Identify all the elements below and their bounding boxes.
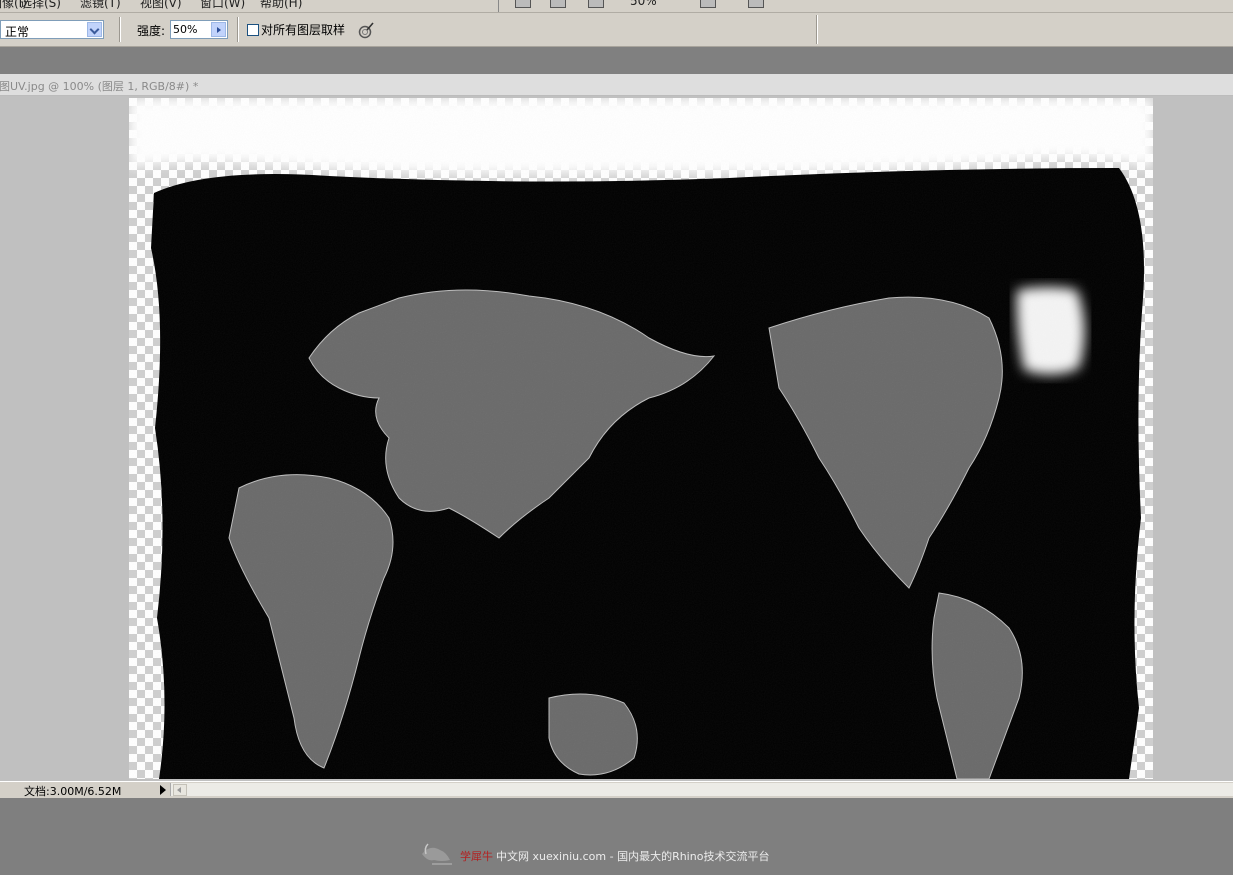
watermark-brand: 学犀牛 [460, 850, 493, 863]
screen-mode-button[interactable] [550, 0, 566, 8]
scroll-left-button[interactable] [173, 784, 187, 796]
menubar: 图像(I) 选择(S) 滤镜(T) 视图(V) 窗口(W) 帮助(H) 50% [0, 0, 1233, 13]
sample-all-layers-checkbox[interactable] [247, 24, 259, 36]
chevron-down-icon[interactable] [87, 22, 102, 37]
blend-mode-value: 正常 [5, 25, 30, 39]
blend-mode-select[interactable]: 正常 [0, 20, 104, 39]
rhino-logo-icon [422, 843, 452, 865]
document-size-info[interactable]: 文档:3.00M/6.52M [24, 783, 121, 799]
panel-dock-area [0, 47, 1233, 74]
zoom-level[interactable]: 50% [630, 0, 657, 8]
toolbar-divider [237, 17, 239, 42]
strength-input[interactable]: 50% [170, 20, 228, 39]
world-map-graphic [129, 98, 1153, 779]
menu-item[interactable]: 帮助(H) [260, 0, 302, 11]
menu-item[interactable]: 窗口(W) [200, 0, 245, 11]
screen-mode-button[interactable] [588, 0, 604, 8]
document-title: 地图UV.jpg @ 100% (图层 1, RGB/8#) * [0, 80, 199, 93]
canvas-area[interactable] [0, 96, 1233, 781]
horizontal-scrollbar[interactable] [170, 783, 1233, 796]
menu-item[interactable]: 选择(S) [20, 0, 61, 11]
toolbar-divider [119, 17, 121, 42]
arrange-button[interactable] [700, 0, 716, 8]
workspace-button[interactable] [748, 0, 764, 8]
menu-item[interactable]: 滤镜(T) [80, 0, 121, 11]
watermark-text: 中文网 xuexiniu.com - 国内最大的Rhino技术交流平台 [496, 850, 770, 863]
toolbar-divider [816, 15, 818, 44]
brush-sample-icon[interactable] [357, 21, 375, 39]
texture-overlay [129, 98, 1153, 779]
tool-options-bar: 正常 强度: 50% 对所有图层取样 [0, 13, 1233, 47]
menubar-divider [498, 0, 499, 12]
menu-item[interactable]: 视图(V) [140, 0, 182, 11]
screen-mode-button[interactable] [515, 0, 531, 8]
sample-all-layers-label: 对所有图层取样 [261, 23, 346, 37]
document-tab[interactable]: 地图UV.jpg @ 100% (图层 1, RGB/8#) * [0, 74, 1233, 96]
triangle-right-icon[interactable] [211, 22, 226, 37]
strength-value: 50% [173, 23, 198, 36]
status-bar: 文档:3.00M/6.52M [0, 781, 1233, 799]
world-map-image[interactable] [129, 98, 1153, 779]
triangle-right-icon[interactable] [157, 783, 169, 796]
strength-label: 强度: [137, 24, 166, 38]
